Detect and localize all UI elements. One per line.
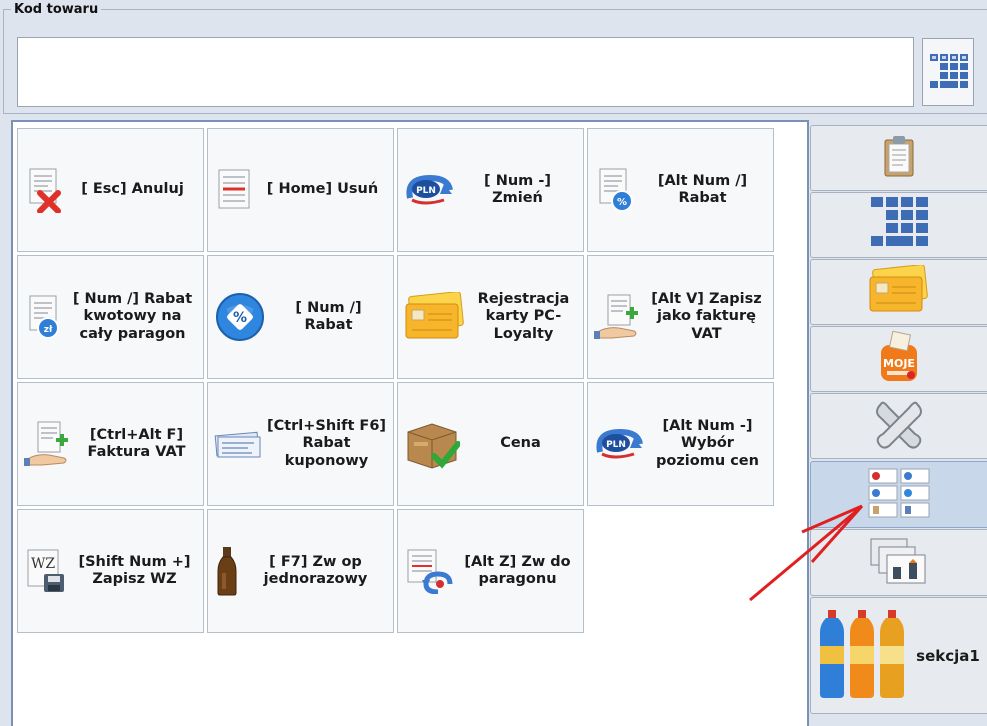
function-tile-1[interactable]: [ Esc] Anuluj — [17, 128, 204, 252]
price-level-icon: PLN — [594, 426, 644, 462]
invoice-hand-icon — [24, 420, 72, 468]
side-tab-1[interactable] — [810, 125, 987, 191]
side-tab-3[interactable] — [810, 259, 987, 325]
function-tile-label: [Alt Z] Zw do paragonu — [464, 553, 571, 587]
loyalty-card-icon — [404, 292, 466, 342]
product-code-group: Kod towaru — [3, 2, 987, 114]
tools-icon — [871, 398, 927, 454]
bottle-icon — [214, 545, 240, 597]
function-tile-14[interactable]: [ F7] Zw op jednorazowy — [207, 509, 394, 633]
keypad-icon — [930, 54, 968, 88]
side-tab-8[interactable]: sekcja1 — [810, 597, 987, 714]
function-tile-label: [ Num -] Zmień — [484, 172, 551, 206]
clipboard-icon — [881, 134, 917, 182]
function-tile-2[interactable]: [ Home] Usuń — [207, 128, 394, 252]
function-tile-7[interactable]: Rejestracja karty PC-Loyalty — [397, 255, 584, 379]
function-tile-4[interactable]: % [Alt Num /] Rabat — [587, 128, 774, 252]
invoice-hand-icon — [594, 293, 642, 341]
return-receipt-icon — [404, 548, 454, 594]
function-tile-10[interactable]: [Ctrl+Shift F6] Rabat kuponowy — [207, 382, 394, 506]
function-tile-label: [ Num /] Rabat — [295, 299, 362, 333]
gallery-icon — [869, 537, 929, 589]
side-tab-6[interactable] — [810, 461, 987, 528]
bottles-icon — [818, 608, 906, 704]
save-wz-icon: WZ — [24, 548, 68, 594]
svg-text:PLN: PLN — [606, 440, 626, 450]
function-tile-8[interactable]: [Alt V] Zapisz jako fakturę VAT — [587, 255, 774, 379]
moje-rabatujnki-icon: MOJE — [877, 330, 921, 387]
svg-text:PLN: PLN — [416, 186, 436, 196]
function-tile-5[interactable]: zł [ Num /] Rabat kwotowy na cały paragon — [17, 255, 204, 379]
svg-text:WZ: WZ — [31, 556, 55, 572]
function-tile-label: [Shift Num +] Zapisz WZ — [78, 553, 191, 587]
function-tile-label: [Ctrl+Alt F] Faktura VAT — [87, 426, 186, 460]
svg-text:%: % — [233, 310, 247, 326]
function-tile-label: [Alt Num -] Wybór poziomu cen — [656, 417, 759, 469]
function-tile-label: Rejestracja karty PC-Loyalty — [477, 290, 570, 342]
side-tab-5[interactable] — [810, 393, 987, 459]
function-tile-label: [ F7] Zw op jednorazowy — [263, 553, 368, 587]
product-code-input[interactable] — [17, 37, 914, 107]
svg-text:zł: zł — [44, 325, 53, 335]
function-tiles: [ Esc] Anuluj [ Home] Usuń PLN [ Num -] … — [13, 122, 807, 726]
function-tile-12[interactable]: PLN [Alt Num -] Wybór poziomu cen — [587, 382, 774, 506]
amount-discount-icon: zł — [24, 294, 64, 340]
function-tile-15[interactable]: [Alt Z] Zw do paragonu — [397, 509, 584, 633]
function-tile-label: [Ctrl+Shift F6] Rabat kuponowy — [266, 417, 387, 469]
keypad-button[interactable] — [922, 38, 974, 106]
svg-text:%: % — [617, 197, 627, 208]
function-tile-11[interactable]: Cena — [397, 382, 584, 506]
function-tile-3[interactable]: PLN [ Num -] Zmień — [397, 128, 584, 252]
function-tile-label: [ Home] Usuń — [266, 181, 379, 198]
function-tile-label: [Alt V] Zapisz jako fakturę VAT — [651, 290, 762, 342]
product-code-legend: Kod towaru — [11, 2, 102, 17]
delete-document-icon — [214, 167, 254, 213]
currency-change-icon: PLN — [404, 172, 454, 208]
function-tile-label: [ Num /] Rabat kwotowy na cały paragon — [72, 290, 193, 342]
functions-grid-icon — [867, 467, 931, 523]
side-tab-2[interactable] — [810, 192, 987, 258]
side-tab-7[interactable] — [810, 529, 987, 596]
function-tile-label: [Alt Num /] Rabat — [657, 172, 748, 206]
function-panel: [ Esc] Anuluj [ Home] Usuń PLN [ Num -] … — [11, 120, 809, 726]
function-tile-9[interactable]: [Ctrl+Alt F] Faktura VAT — [17, 382, 204, 506]
keypad-icon — [869, 197, 929, 253]
percent-icon: % — [214, 291, 266, 343]
side-tab-label: sekcja1 — [916, 646, 980, 665]
price-box-icon — [404, 418, 460, 470]
svg-text:MOJE: MOJE — [883, 357, 915, 370]
cancel-document-icon — [24, 167, 64, 213]
function-tile-6[interactable]: % [ Num /] Rabat — [207, 255, 394, 379]
function-tile-label: Cena — [500, 435, 541, 452]
coupon-icon — [214, 428, 262, 460]
function-tile-label: [ Esc] Anuluj — [81, 181, 184, 198]
side-tab-4[interactable]: MOJE — [810, 326, 987, 392]
loyalty-card-icon — [868, 264, 930, 319]
discount-document-icon: % — [594, 167, 634, 213]
function-tile-13[interactable]: WZ [Shift Num +] Zapisz WZ — [17, 509, 204, 633]
